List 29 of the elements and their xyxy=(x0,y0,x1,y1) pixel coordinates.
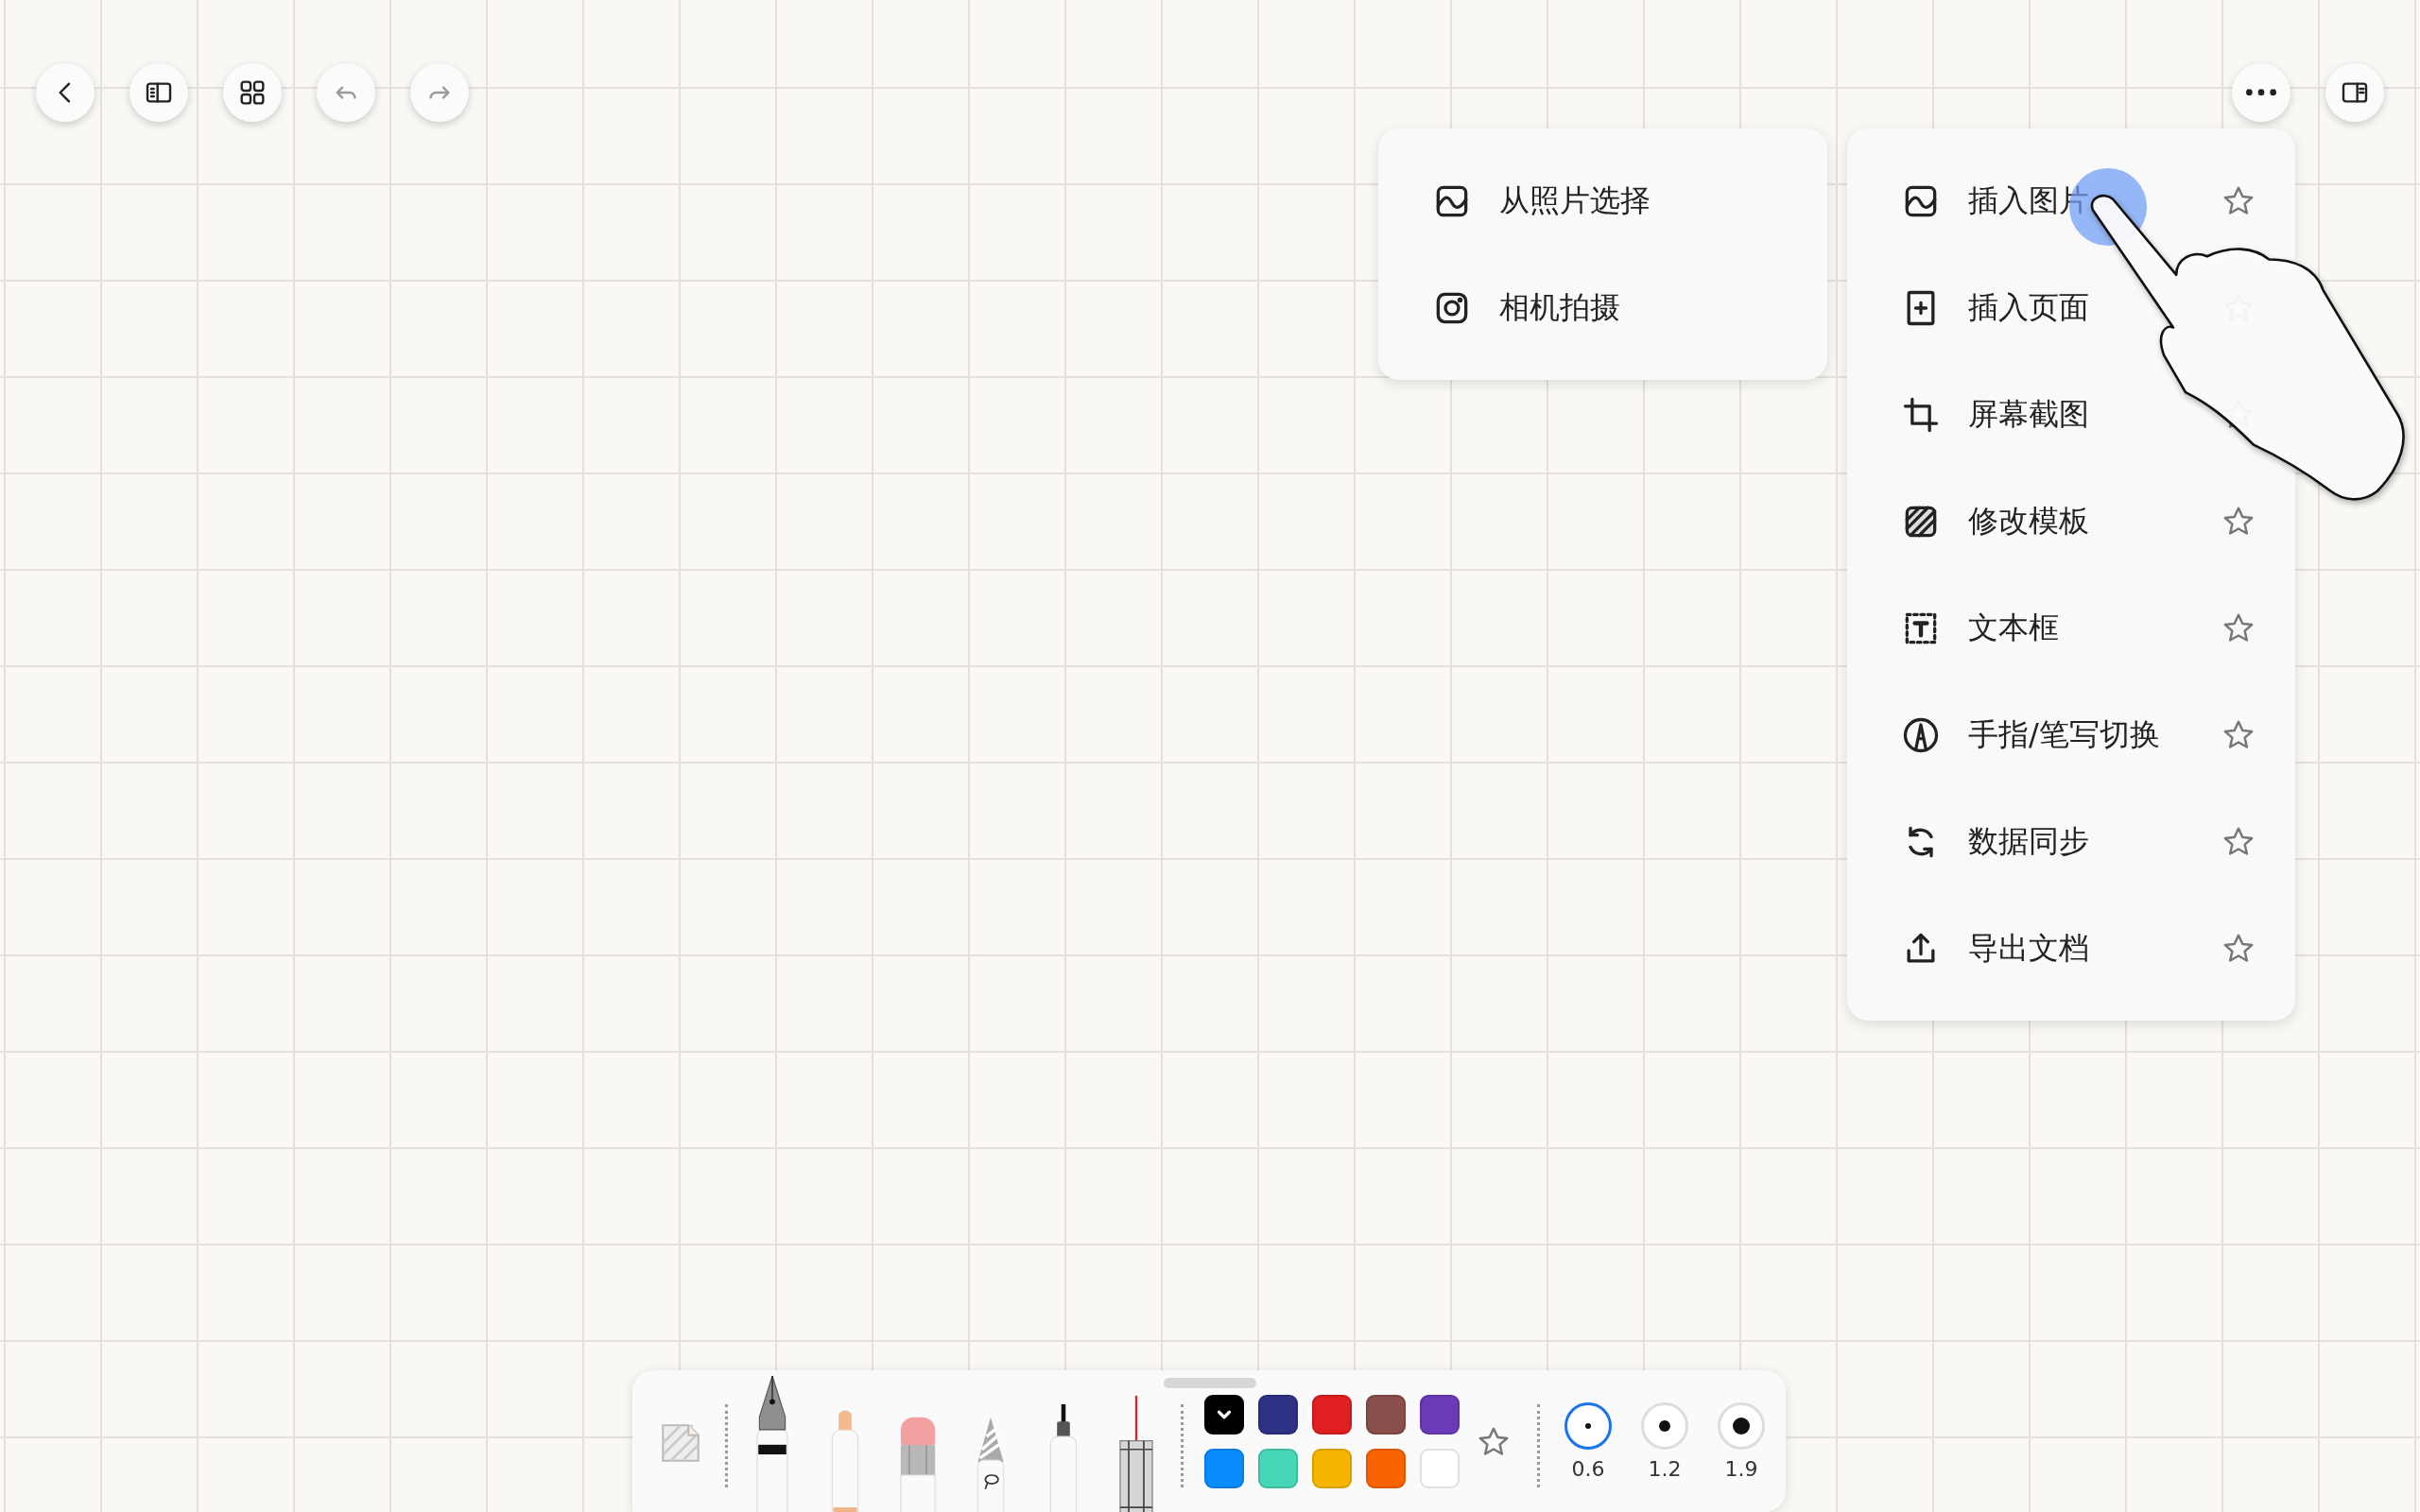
menu-item[interactable]: 手指/笔写切换 xyxy=(1900,713,2160,756)
stroke-size-label: 0.6 xyxy=(1571,1457,1605,1481)
menu-item[interactable]: 修改模板 xyxy=(1900,500,2089,542)
menu-item[interactable]: 数据同步 xyxy=(1900,820,2089,863)
stroke-size-label: 1.2 xyxy=(1648,1457,1682,1481)
side-panel-button[interactable] xyxy=(2325,63,2384,122)
menu-item[interactable]: 从照片选择 xyxy=(1431,180,1651,222)
color-swatch[interactable] xyxy=(1312,1395,1352,1435)
back-button[interactable] xyxy=(36,63,95,122)
color-swatch[interactable] xyxy=(1258,1449,1298,1488)
color-swatch[interactable] xyxy=(1420,1449,1460,1488)
menu-item[interactable]: 文本框 xyxy=(1900,607,2059,649)
more-button[interactable] xyxy=(2232,63,2290,122)
color-swatch[interactable] xyxy=(1204,1449,1244,1488)
color-swatch[interactable] xyxy=(1312,1449,1352,1488)
color-swatch[interactable] xyxy=(1204,1395,1244,1435)
menu-item[interactable]: 插入页面 xyxy=(1900,286,2089,329)
drag-handle[interactable] xyxy=(1164,1378,1256,1388)
menu-item[interactable]: 导出文档 xyxy=(1900,927,2089,970)
color-swatch[interactable] xyxy=(1420,1395,1460,1435)
grid-button[interactable] xyxy=(223,63,282,122)
color-swatch[interactable] xyxy=(1258,1395,1298,1435)
color-swatch[interactable] xyxy=(1366,1395,1406,1435)
stroke-size-label: 1.9 xyxy=(1724,1457,1758,1481)
grid-icon xyxy=(237,77,268,108)
color-swatch[interactable] xyxy=(1366,1449,1406,1488)
menu-item[interactable]: 相机拍摄 xyxy=(1431,286,1620,329)
menu-item[interactable]: 屏幕截图 xyxy=(1900,393,2089,436)
sidebar-button[interactable] xyxy=(130,63,188,122)
